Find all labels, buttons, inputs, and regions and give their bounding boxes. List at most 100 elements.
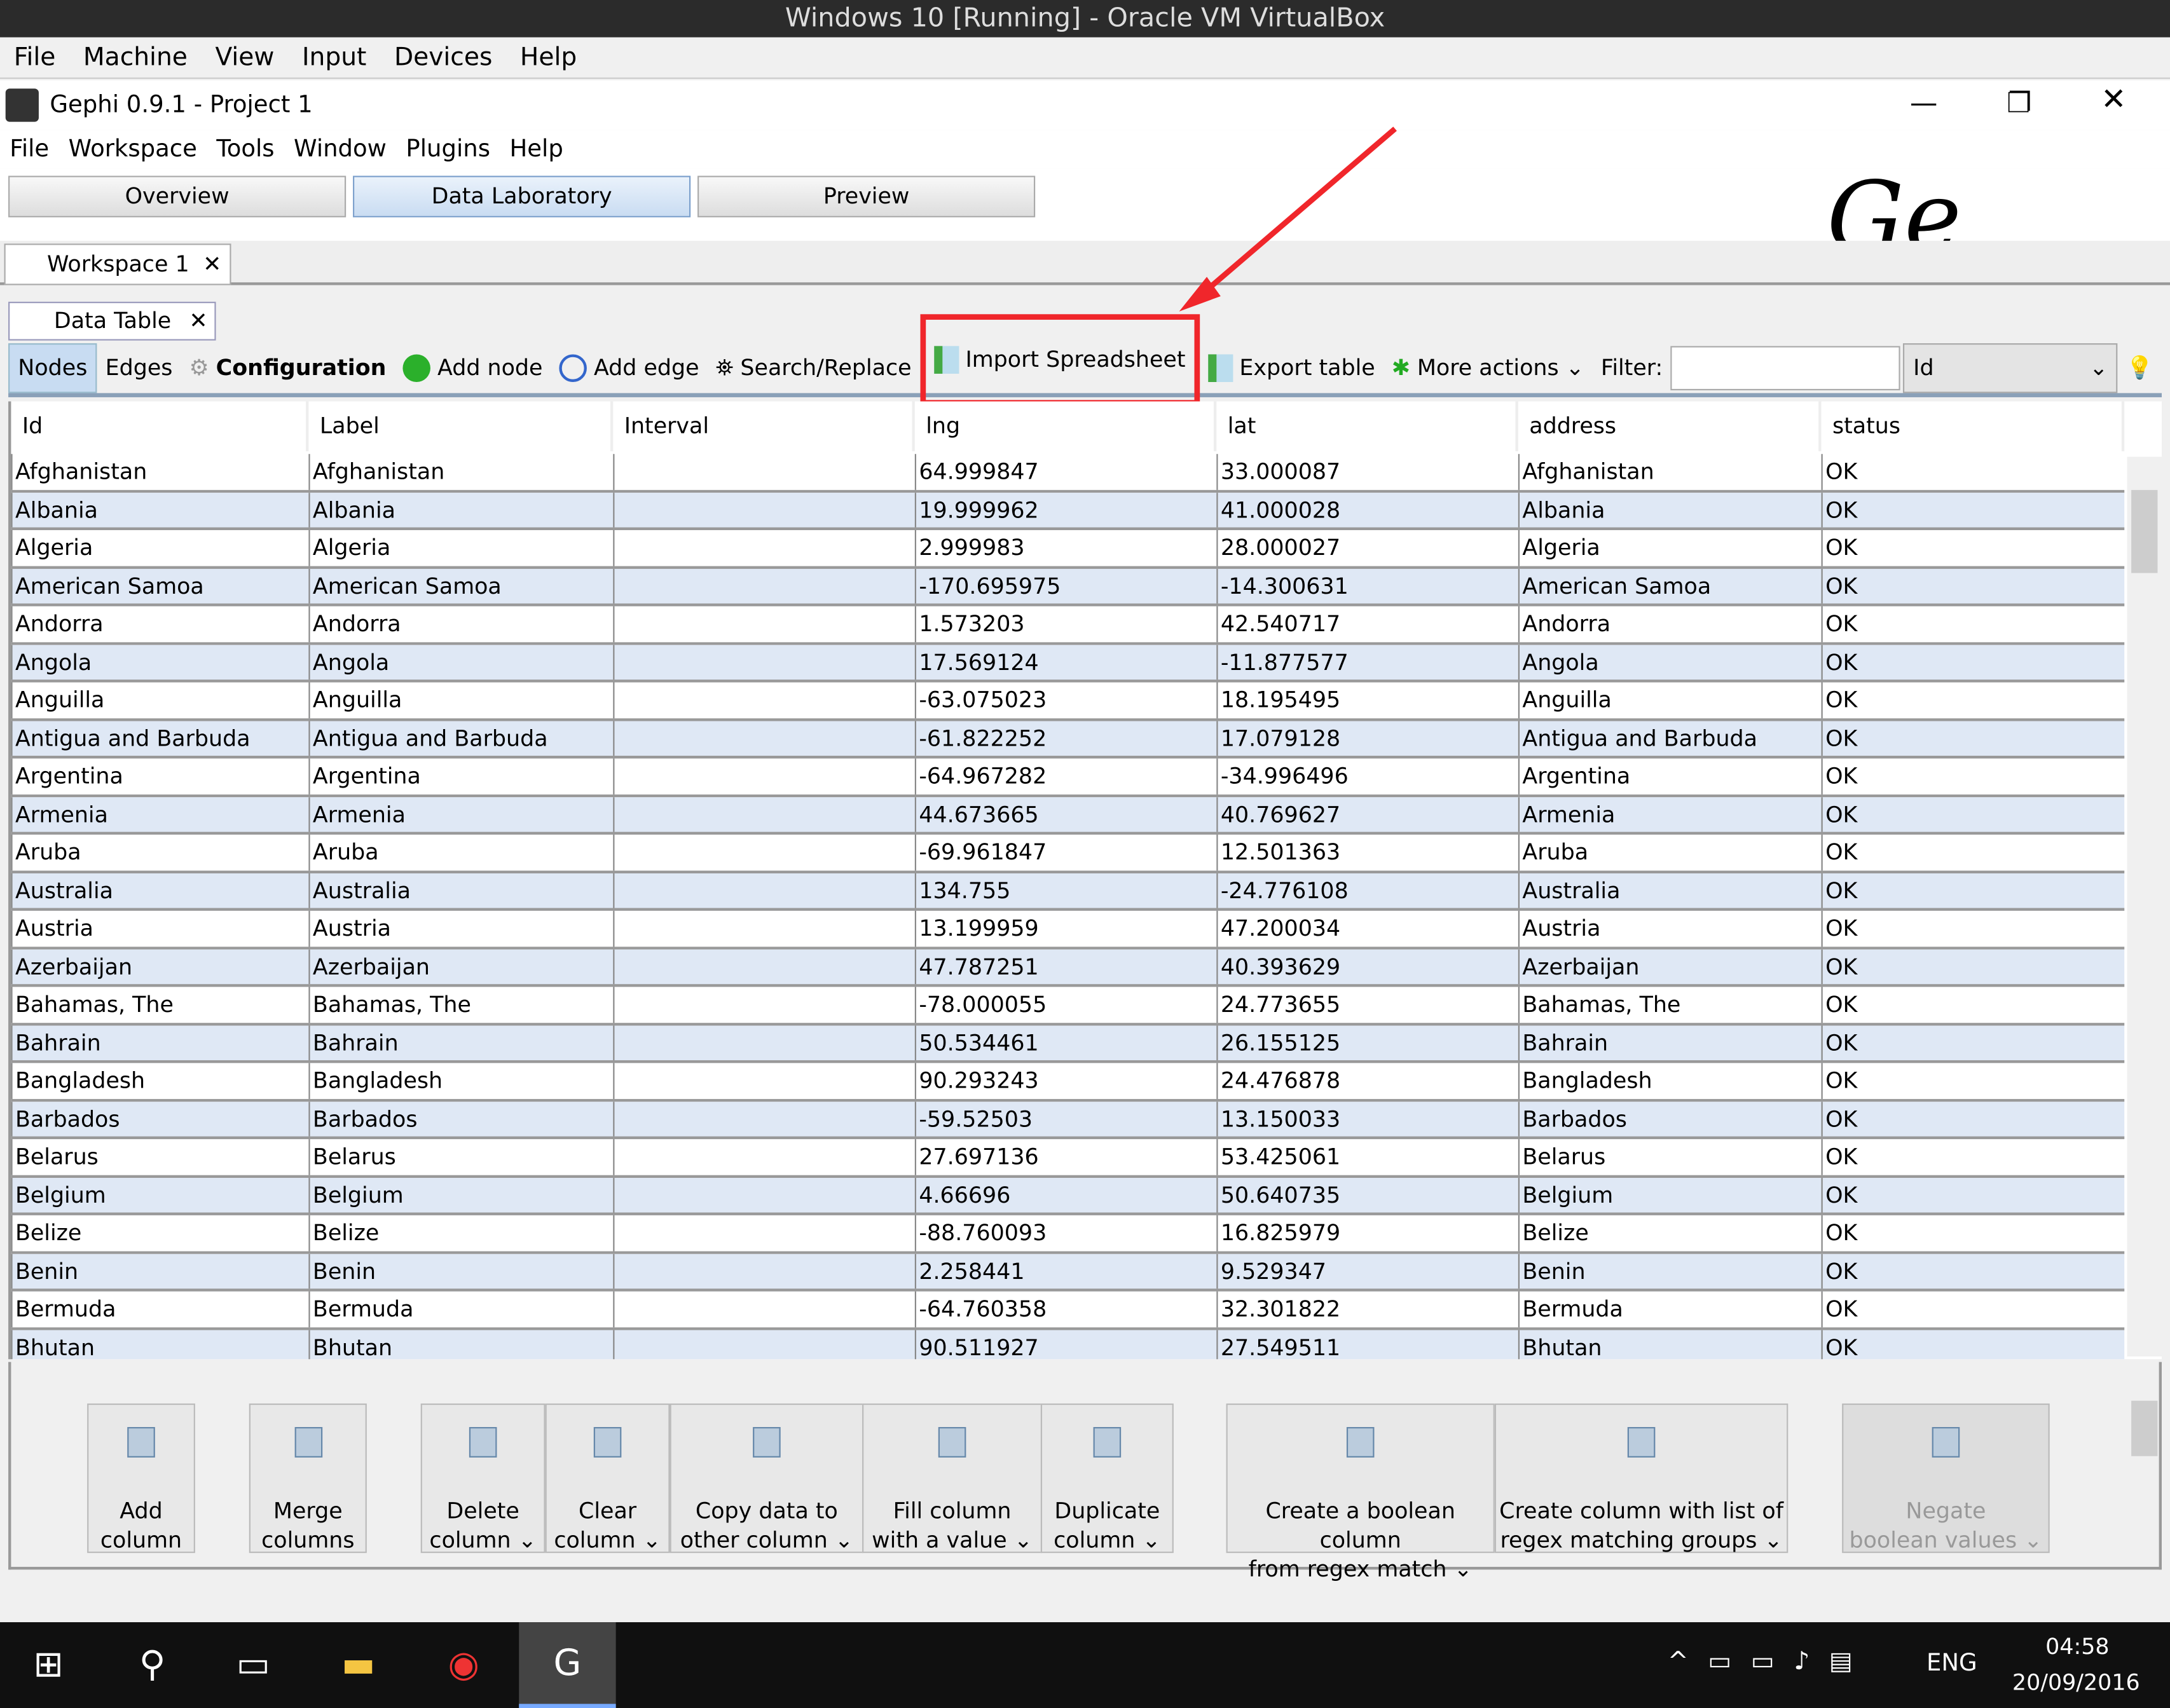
- cell-label[interactable]: Bahamas, The: [308, 987, 613, 1023]
- cell-address[interactable]: Austria: [1518, 910, 1822, 946]
- table-row[interactable]: Belgium Belgium 4.66696 50.640735 Belgium OK: [11, 1177, 2125, 1215]
- cell-lng[interactable]: 4.66696: [914, 1177, 1217, 1213]
- cell-address[interactable]: American Samoa: [1518, 568, 1822, 604]
- cell-label[interactable]: Australia: [308, 872, 613, 908]
- cell-lat[interactable]: 12.501363: [1216, 835, 1518, 870]
- column-header-interval[interactable]: Interval: [613, 401, 915, 451]
- cell-lat[interactable]: 27.549511: [1216, 1329, 1518, 1360]
- table-row[interactable]: Aruba Aruba -69.961847 12.501363 Aruba OK: [11, 835, 2125, 873]
- table-row[interactable]: Belarus Belarus 27.697136 53.425061 Belarus O…: [11, 1139, 2125, 1177]
- table-row[interactable]: Australia Australia 134.755 -24.776108 Austr…: [11, 872, 2125, 911]
- table-row[interactable]: Anguilla Anguilla -63.075023 18.195495 Angui…: [11, 682, 2125, 721]
- cell-lng[interactable]: -64.967282: [914, 758, 1217, 794]
- cell-lng[interactable]: -63.075023: [914, 682, 1217, 718]
- cell-label[interactable]: Andorra: [308, 606, 613, 642]
- cell-lat[interactable]: 13.150033: [1216, 1101, 1518, 1137]
- cell-status[interactable]: OK: [1821, 644, 2125, 680]
- cell-lng[interactable]: 50.534461: [914, 1025, 1217, 1060]
- cell-address[interactable]: Armenia: [1518, 796, 1822, 832]
- column-action-button[interactable]: Fill column with a value ⌄: [862, 1403, 1043, 1554]
- cell-lng[interactable]: -78.000055: [914, 987, 1217, 1023]
- cell-id[interactable]: Bangladesh: [11, 1063, 308, 1098]
- cell-address[interactable]: Albania: [1518, 492, 1822, 528]
- cell-address[interactable]: Antigua and Barbuda: [1518, 720, 1822, 756]
- file-explorer-icon[interactable]: ▬: [310, 1622, 407, 1708]
- cell-status[interactable]: OK: [1821, 1025, 2125, 1060]
- cell-interval[interactable]: [613, 835, 915, 870]
- cell-lat[interactable]: 33.000087: [1216, 454, 1518, 489]
- cell-interval[interactable]: [613, 1291, 915, 1327]
- table-row[interactable]: Bahrain Bahrain 50.534461 26.155125 Bahrain O…: [11, 1025, 2125, 1063]
- table-row[interactable]: Algeria Algeria 2.999983 28.000027 Algeria OK: [11, 529, 2125, 568]
- column-header-lng[interactable]: lng: [915, 401, 1217, 451]
- cell-lng[interactable]: 2.258441: [914, 1253, 1217, 1289]
- cell-lng[interactable]: -59.52503: [914, 1101, 1217, 1137]
- table-row[interactable]: Benin Benin 2.258441 9.529347 Benin OK: [11, 1253, 2125, 1292]
- cell-address[interactable]: Barbados: [1518, 1101, 1822, 1137]
- cell-interval[interactable]: [613, 606, 915, 642]
- cell-status[interactable]: OK: [1821, 1291, 2125, 1327]
- table-row[interactable]: Austria Austria 13.199959 47.200034 Austria O…: [11, 910, 2125, 949]
- cell-lng[interactable]: -64.760358: [914, 1291, 1217, 1327]
- cell-status[interactable]: OK: [1821, 720, 2125, 756]
- cell-address[interactable]: Bhutan: [1518, 1329, 1822, 1360]
- cell-interval[interactable]: [613, 1215, 915, 1251]
- cell-interval[interactable]: [613, 1139, 915, 1175]
- tray-icons[interactable]: ^▭▭♪▤: [1668, 1647, 1872, 1676]
- clock-time[interactable]: 04:58: [2045, 1633, 2109, 1659]
- table-row[interactable]: Afghanistan Afghanistan 64.999847 33.000087…: [11, 454, 2125, 493]
- cell-status[interactable]: OK: [1821, 1215, 2125, 1251]
- cell-lng[interactable]: -88.760093: [914, 1215, 1217, 1251]
- cell-id[interactable]: Armenia: [11, 796, 308, 832]
- cell-status[interactable]: OK: [1821, 1139, 2125, 1175]
- cell-lng[interactable]: 90.511927: [914, 1329, 1217, 1360]
- cell-lat[interactable]: 17.079128: [1216, 720, 1518, 756]
- cell-status[interactable]: OK: [1821, 758, 2125, 794]
- cell-address[interactable]: Australia: [1518, 872, 1822, 908]
- cell-status[interactable]: OK: [1821, 796, 2125, 832]
- cell-lng[interactable]: -170.695975: [914, 568, 1217, 604]
- cell-interval[interactable]: [613, 948, 915, 985]
- cell-label[interactable]: Belgium: [308, 1177, 613, 1213]
- cell-id[interactable]: Bahrain: [11, 1025, 308, 1060]
- cell-lng[interactable]: 27.697136: [914, 1139, 1217, 1175]
- cell-lng[interactable]: 2.999983: [914, 529, 1217, 566]
- column-action-button[interactable]: Merge columns: [249, 1403, 367, 1554]
- table-row[interactable]: Angola Angola 17.569124 -11.877577 Angola OK: [11, 644, 2125, 683]
- cell-lat[interactable]: 9.529347: [1216, 1253, 1518, 1289]
- cell-status[interactable]: OK: [1821, 529, 2125, 566]
- start-button[interactable]: ⊞: [0, 1622, 97, 1708]
- table-row[interactable]: Bermuda Bermuda -64.760358 32.301822 Bermuda…: [11, 1291, 2125, 1330]
- cell-id[interactable]: Anguilla: [11, 682, 308, 718]
- cell-interval[interactable]: [613, 492, 915, 528]
- cell-address[interactable]: Bahamas, The: [1518, 987, 1822, 1023]
- cell-label[interactable]: Antigua and Barbuda: [308, 720, 613, 756]
- cell-interval[interactable]: [613, 1101, 915, 1137]
- cell-interval[interactable]: [613, 529, 915, 566]
- cell-status[interactable]: OK: [1821, 1101, 2125, 1137]
- cell-id[interactable]: Argentina: [11, 758, 308, 794]
- cell-lat[interactable]: -11.877577: [1216, 644, 1518, 680]
- column-action-button[interactable]: Create a boolean column from regex match …: [1226, 1403, 1495, 1582]
- cell-address[interactable]: Azerbaijan: [1518, 948, 1822, 985]
- cell-id[interactable]: Austria: [11, 910, 308, 946]
- cell-status[interactable]: OK: [1821, 872, 2125, 908]
- cell-address[interactable]: Belgium: [1518, 1177, 1822, 1213]
- cell-lat[interactable]: 40.393629: [1216, 948, 1518, 985]
- column-header-id[interactable]: Id: [11, 401, 309, 451]
- cell-lng[interactable]: 17.569124: [914, 644, 1217, 680]
- cell-label[interactable]: Bermuda: [308, 1291, 613, 1327]
- table-row[interactable]: Bangladesh Bangladesh 90.293243 24.476878 Ba…: [11, 1063, 2125, 1102]
- cell-lng[interactable]: 13.199959: [914, 910, 1217, 946]
- table-row[interactable]: Andorra Andorra 1.573203 42.540717 Andorra OK: [11, 606, 2125, 645]
- cell-label[interactable]: Belize: [308, 1215, 613, 1251]
- cell-interval[interactable]: [613, 644, 915, 680]
- cell-address[interactable]: Belize: [1518, 1215, 1822, 1251]
- cell-status[interactable]: OK: [1821, 987, 2125, 1023]
- cell-id[interactable]: Bermuda: [11, 1291, 308, 1327]
- cell-interval[interactable]: [613, 1177, 915, 1213]
- column-action-button[interactable]: Negate boolean values ⌄: [1842, 1403, 2050, 1554]
- search-icon[interactable]: ⚲: [104, 1622, 200, 1708]
- cell-address[interactable]: Belarus: [1518, 1139, 1822, 1175]
- cell-id[interactable]: Benin: [11, 1253, 308, 1289]
